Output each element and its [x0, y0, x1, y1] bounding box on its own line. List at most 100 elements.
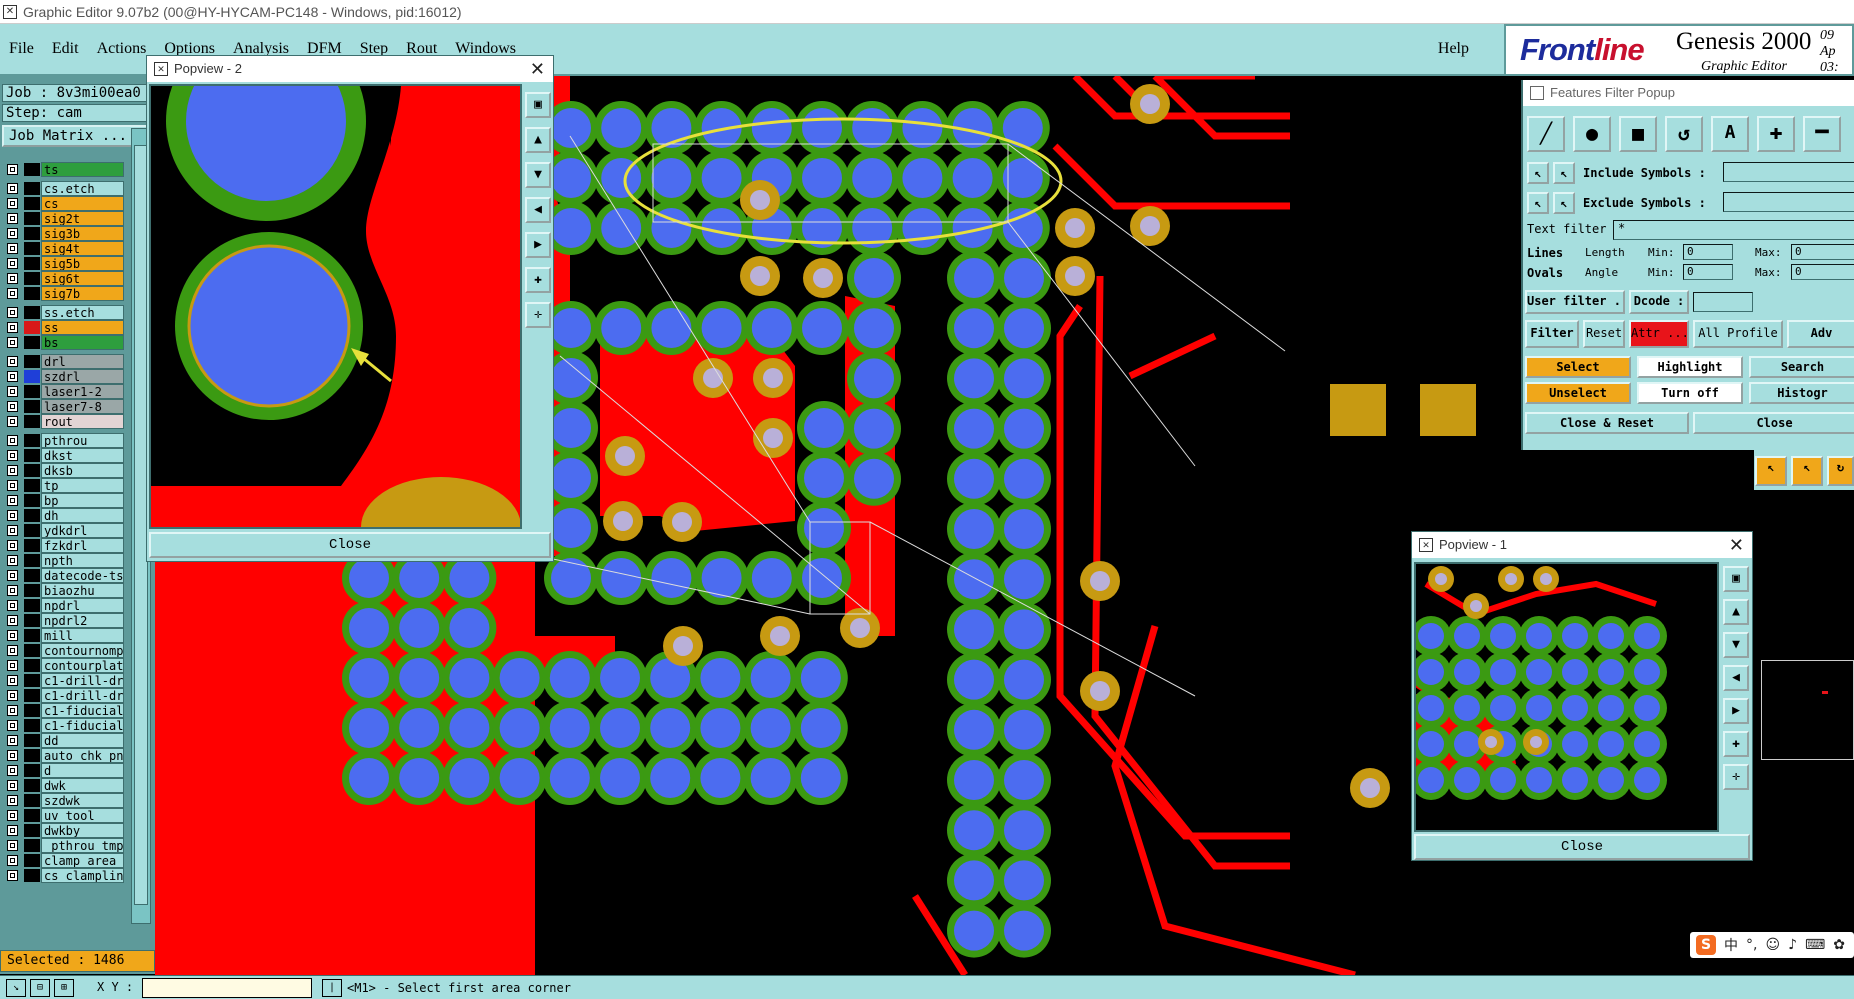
layer-checkbox[interactable]	[7, 510, 18, 521]
layer-row[interactable]: szdrl	[2, 369, 124, 384]
fit-icon[interactable]: ▣	[1723, 566, 1749, 592]
layer-name[interactable]: laser7-8	[41, 399, 124, 414]
arc-symbol-icon[interactable]: ↺	[1665, 116, 1703, 152]
layer-row[interactable]: mill	[2, 628, 124, 643]
features-filter-popup[interactable]: Features Filter Popup ╱ ● ■ ↺ A ✚ ━ ↖ ↖ …	[1521, 80, 1854, 450]
layer-checkbox[interactable]	[7, 198, 18, 209]
layer-checkbox[interactable]	[7, 630, 18, 641]
layer-checkbox[interactable]	[7, 645, 18, 656]
layer-name[interactable]: drl	[41, 354, 124, 369]
layer-row[interactable]: dkst	[2, 448, 124, 463]
layer-row[interactable]: ydkdrl	[2, 523, 124, 538]
adv-button[interactable]: Adv	[1787, 320, 1854, 348]
layer-checkbox[interactable]	[7, 585, 18, 596]
user-filter-button[interactable]: User filter ...	[1525, 290, 1625, 314]
layer-checkbox[interactable]	[7, 164, 18, 175]
length-max-field[interactable]: 0	[1791, 244, 1854, 260]
layer-name[interactable]: npth	[41, 553, 124, 568]
text-filter-field[interactable]: *	[1613, 220, 1854, 240]
zoom-out-icon[interactable]: ▼	[1723, 632, 1749, 658]
layer-checkbox[interactable]	[7, 735, 18, 746]
layer-name[interactable]: ss	[41, 320, 124, 335]
layer-row[interactable]: dd	[2, 733, 124, 748]
layer-row[interactable]: sig7b	[2, 286, 124, 301]
popview-2-titlebar[interactable]: ✕ Popview - 2 ✕	[147, 56, 553, 82]
cross-icon[interactable]: ✚	[1723, 731, 1749, 757]
layer-row[interactable]: dwk	[2, 778, 124, 793]
layer-name[interactable]: sig6t	[41, 271, 124, 286]
layer-row[interactable]: cs	[2, 196, 124, 211]
include-arrow-icon-2[interactable]: ↖	[1553, 162, 1575, 184]
layer-row[interactable]: pthrou	[2, 433, 124, 448]
layer-name[interactable]: cs.etch	[41, 181, 124, 196]
layer-name[interactable]: contourplate	[41, 658, 124, 673]
layer-checkbox[interactable]	[7, 825, 18, 836]
layer-row[interactable]: dh	[2, 508, 124, 523]
popview-1-close-button[interactable]: Close	[1414, 834, 1750, 860]
layer-row[interactable]: biaozhu	[2, 583, 124, 598]
layer-name[interactable]: ydkdrl	[41, 523, 124, 538]
text-symbol-icon[interactable]: A	[1711, 116, 1749, 152]
center-icon[interactable]: ✛	[525, 302, 551, 328]
layer-checkbox[interactable]	[7, 480, 18, 491]
layer-checkbox[interactable]	[7, 705, 18, 716]
pan-right-icon[interactable]: ▶	[1723, 698, 1749, 724]
layer-name[interactable]: ts	[41, 162, 124, 177]
attr-button[interactable]: Attr ...	[1629, 320, 1689, 348]
layer-name[interactable]: bp	[41, 493, 124, 508]
pointer-icon[interactable]: ↖	[1755, 456, 1787, 486]
surface-symbol-icon[interactable]: ■	[1619, 116, 1657, 152]
layer-name[interactable]: szdwk	[41, 793, 124, 808]
menu-file[interactable]: File	[0, 40, 43, 58]
layer-name[interactable]: tp	[41, 478, 124, 493]
layer-checkbox[interactable]	[7, 450, 18, 461]
unselect-button[interactable]: Unselect	[1525, 382, 1631, 404]
layer-name[interactable]: clamp_area	[41, 853, 124, 868]
layer-checkbox[interactable]	[7, 213, 18, 224]
close-icon[interactable]: ✕	[530, 56, 545, 82]
layer-row[interactable]: laser7-8	[2, 399, 124, 414]
layer-name[interactable]: dwk	[41, 778, 124, 793]
zoom-in-icon[interactable]: ▲	[525, 127, 551, 153]
layer-name[interactable]: szdrl	[41, 369, 124, 384]
layer-row[interactable]: tp	[2, 478, 124, 493]
exclude-symbols-field[interactable]	[1723, 192, 1854, 212]
layer-name[interactable]: cs	[41, 196, 124, 211]
layer-checkbox[interactable]	[7, 720, 18, 731]
popview-1-titlebar[interactable]: ✕ Popview - 1 ✕	[1412, 532, 1752, 558]
layer-checkbox[interactable]	[7, 615, 18, 626]
layer-name[interactable]: pthrou	[41, 433, 124, 448]
layer-checkbox[interactable]	[7, 780, 18, 791]
layer-row[interactable]: c1-drill-drg	[2, 673, 124, 688]
layer-name[interactable]: dd	[41, 733, 124, 748]
layer-row[interactable]: clamp_area	[2, 853, 124, 868]
mini-map[interactable]	[1761, 660, 1854, 760]
angle-max-field[interactable]: 0	[1791, 264, 1854, 280]
popview-1-canvas[interactable]	[1414, 562, 1719, 832]
layer-row[interactable]: ts	[2, 162, 124, 177]
layer-name[interactable]: sig4t	[41, 241, 124, 256]
lines-checkbox[interactable]: Lines	[1527, 246, 1563, 260]
histogram-button[interactable]: Histogr	[1749, 382, 1854, 404]
layer-checkbox[interactable]	[7, 765, 18, 776]
rotate-icon[interactable]: ↻	[1827, 456, 1854, 486]
layer-name[interactable]: sig5b	[41, 256, 124, 271]
add-icon[interactable]: ✚	[1757, 116, 1795, 152]
ovals-checkbox[interactable]: Ovals	[1527, 266, 1563, 280]
menu-help[interactable]: Help	[1429, 40, 1478, 58]
layer-name[interactable]: sig2t	[41, 211, 124, 226]
layer-checkbox[interactable]	[7, 495, 18, 506]
layer-row[interactable]: c1-fiducial-	[2, 718, 124, 733]
layer-name[interactable]: rout	[41, 414, 124, 429]
layer-row[interactable]: sig6t	[2, 271, 124, 286]
layer-name[interactable]: c1-drill-drg	[41, 673, 124, 688]
layer-name[interactable]: npdrl	[41, 598, 124, 613]
pan-left-icon[interactable]: ◀	[1723, 665, 1749, 691]
layer-row[interactable]: sig5b	[2, 256, 124, 271]
layer-checkbox[interactable]	[7, 401, 18, 412]
layer-name[interactable]: ss.etch	[41, 305, 124, 320]
exclude-arrow-icon[interactable]: ↖	[1527, 192, 1549, 214]
all-profile-dropdown[interactable]: All Profile	[1693, 320, 1783, 348]
layer-checkbox[interactable]	[7, 840, 18, 851]
layer-checkbox[interactable]	[7, 690, 18, 701]
